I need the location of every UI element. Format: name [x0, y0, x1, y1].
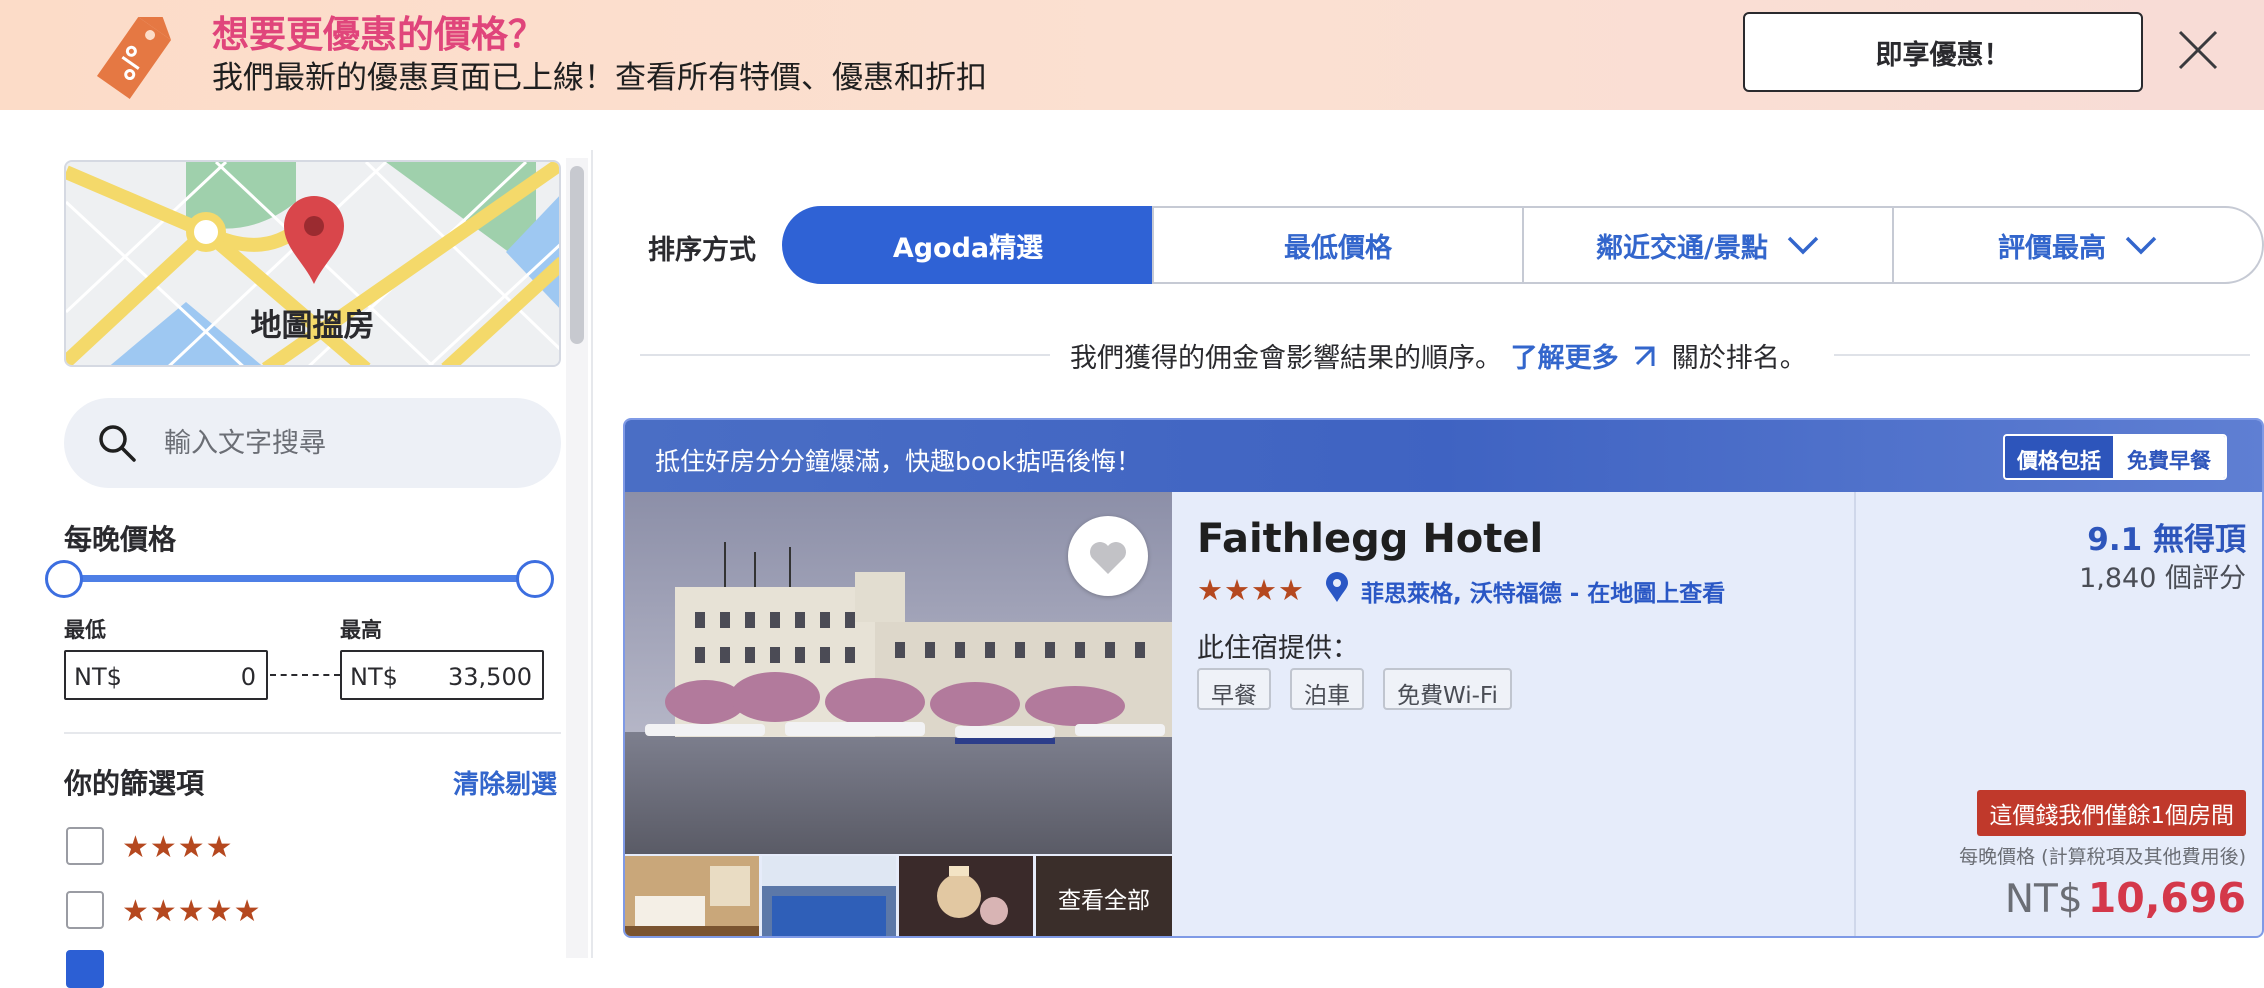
- free-breakfast-label: 免費早餐: [2113, 436, 2225, 478]
- deals-button[interactable]: 即享優惠！: [1743, 12, 2143, 92]
- filter-4-star-checkbox[interactable]: [66, 827, 104, 865]
- selected-filters-heading: 你的篩選項: [64, 767, 205, 800]
- discount-tag-icon: [96, 17, 172, 99]
- thumbnail-room-image: [625, 856, 759, 936]
- ranking-notice: 我們獲得的佣金會影響結果的順序。 了解更多 關於排名。: [1070, 336, 1807, 375]
- banner-title: 想要更優惠的價格？: [212, 13, 545, 56]
- card-header-message: 抵住好房分分鐘爆滿，快趣book掂唔後悔！: [655, 447, 1141, 476]
- price-filter-heading: 每晚價格: [64, 523, 177, 556]
- card-header: 抵住好房分分鐘爆滿，快趣book掂唔後悔！ 價格包括 免費早餐: [625, 420, 2262, 492]
- max-price-value: 33,500: [448, 663, 532, 691]
- sidebar-divider: [591, 150, 593, 958]
- clear-filters-link[interactable]: 清除剔選: [453, 764, 557, 801]
- price-slider-min-handle[interactable]: [45, 560, 83, 598]
- sort-tabs: Agoda精選 最低價格 鄰近交通/景點 評價最高: [782, 206, 2264, 284]
- hotel-price[interactable]: NT$ 10,696: [2005, 874, 2246, 922]
- price-column-divider: [1854, 492, 1856, 936]
- min-price-label: 最低: [64, 618, 106, 642]
- amenities-heading: 此住宿提供：: [1197, 633, 1359, 664]
- price-range-dash: [270, 674, 340, 676]
- sort-label: 排序方式: [648, 235, 756, 266]
- sidebar-scrollbar-thumb[interactable]: [570, 166, 584, 344]
- sort-tab-nearby[interactable]: 鄰近交通/景點: [1522, 206, 1894, 284]
- filter-5-star-checkbox[interactable]: [66, 891, 104, 929]
- hotel-name[interactable]: Faithlegg Hotel: [1197, 516, 1543, 562]
- sort-tab-nearby-label: 鄰近交通/景點: [1596, 232, 1768, 264]
- sort-tab-agoda-picks[interactable]: Agoda精選: [782, 206, 1154, 284]
- thumbnail-pool-image: [762, 856, 896, 936]
- amenity-free-wifi: 免費Wi-Fi: [1383, 668, 1512, 710]
- thumbnail-dining[interactable]: [899, 856, 1033, 936]
- ranking-notice-suffix: 關於排名。: [1671, 343, 1807, 374]
- per-night-note: 每晚價格 (計算稅項及其他費用後): [1959, 846, 2246, 868]
- urgency-badge: 這價錢我們僅餘1個房間: [1977, 790, 2246, 836]
- price-amount: 10,696: [2087, 874, 2246, 922]
- thumbnail-strip: 查看全部: [625, 856, 1172, 936]
- sort-tab-lowest-price[interactable]: 最低價格: [1152, 206, 1524, 284]
- learn-more-link[interactable]: 了解更多: [1511, 343, 1619, 374]
- favorite-button[interactable]: [1068, 516, 1148, 596]
- review-count: 1,840 個評分: [2079, 563, 2246, 594]
- map-search-card[interactable]: 地圖搵房: [64, 160, 561, 367]
- notice-divider-right: [1834, 354, 2250, 356]
- min-price-currency: NT$: [74, 663, 122, 691]
- text-search-box[interactable]: [64, 398, 561, 488]
- price-currency: NT$: [2004, 877, 2083, 922]
- chevron-down-icon: [1787, 236, 1819, 255]
- heart-icon: [1090, 542, 1126, 574]
- filter-4-star-rating: ★★★★: [122, 830, 234, 865]
- price-includes-badge: 價格包括 免費早餐: [2003, 434, 2227, 480]
- close-icon[interactable]: [2176, 28, 2220, 72]
- chevron-down-icon: [2125, 236, 2157, 255]
- sort-tab-agoda-picks-label: Agoda精選: [892, 232, 1044, 264]
- thumbnail-dining-image: [899, 856, 1033, 936]
- search-icon: [99, 425, 136, 462]
- promo-banner: 想要更優惠的價格？ 我們最新的優惠頁面已上線！查看所有特價、優惠和折扣 即享優惠…: [0, 0, 2264, 110]
- sort-tab-top-reviewed-label: 評價最高: [1998, 232, 2106, 264]
- hotel-location-link[interactable]: 菲思萊格, 沃特福德 - 在地圖上查看: [1361, 574, 1725, 608]
- max-price-label: 最高: [340, 618, 382, 642]
- review-score[interactable]: 9.1 無得頂: [2087, 514, 2246, 559]
- sidebar-separator: [64, 732, 561, 734]
- text-search-input[interactable]: [164, 418, 534, 468]
- sort-tab-top-reviewed[interactable]: 評價最高: [1892, 206, 2264, 284]
- hotel-star-rating: ★★★★: [1197, 573, 1305, 607]
- filter-checkbox-checked[interactable]: [66, 950, 104, 988]
- price-slider-max-handle[interactable]: [516, 560, 554, 598]
- see-all-photos-button[interactable]: 查看全部: [1036, 856, 1172, 936]
- external-link-icon[interactable]: [1631, 344, 1659, 370]
- price-includes-label: 價格包括: [2005, 436, 2113, 478]
- ranking-notice-text: 我們獲得的佣金會影響結果的順序。: [1070, 343, 1502, 374]
- thumbnail-pool[interactable]: [762, 856, 896, 936]
- map-search-label: 地圖搵房: [250, 308, 375, 344]
- location-pin-icon: [1326, 572, 1348, 602]
- banner-subtitle: 我們最新的優惠頁面已上線！查看所有特價、優惠和折扣: [212, 60, 987, 96]
- thumbnail-room[interactable]: [625, 856, 759, 936]
- notice-divider-left: [640, 354, 1050, 356]
- max-price-currency: NT$: [350, 663, 398, 691]
- max-price-field[interactable]: NT$ 33,500: [340, 650, 544, 700]
- min-price-field[interactable]: NT$ 0: [64, 650, 268, 700]
- hotel-card[interactable]: 抵住好房分分鐘爆滿，快趣book掂唔後悔！ 價格包括 免費早餐 查看全部 Fai…: [623, 418, 2264, 938]
- price-slider-track[interactable]: [64, 575, 536, 582]
- sort-tab-lowest-price-label: 最低價格: [1284, 232, 1392, 264]
- min-price-value: 0: [240, 663, 256, 691]
- amenity-parking: 泊車: [1290, 668, 1364, 710]
- amenity-breakfast: 早餐: [1197, 668, 1271, 710]
- filter-5-star-rating: ★★★★★: [122, 894, 262, 929]
- map-pin-icon: [284, 196, 344, 284]
